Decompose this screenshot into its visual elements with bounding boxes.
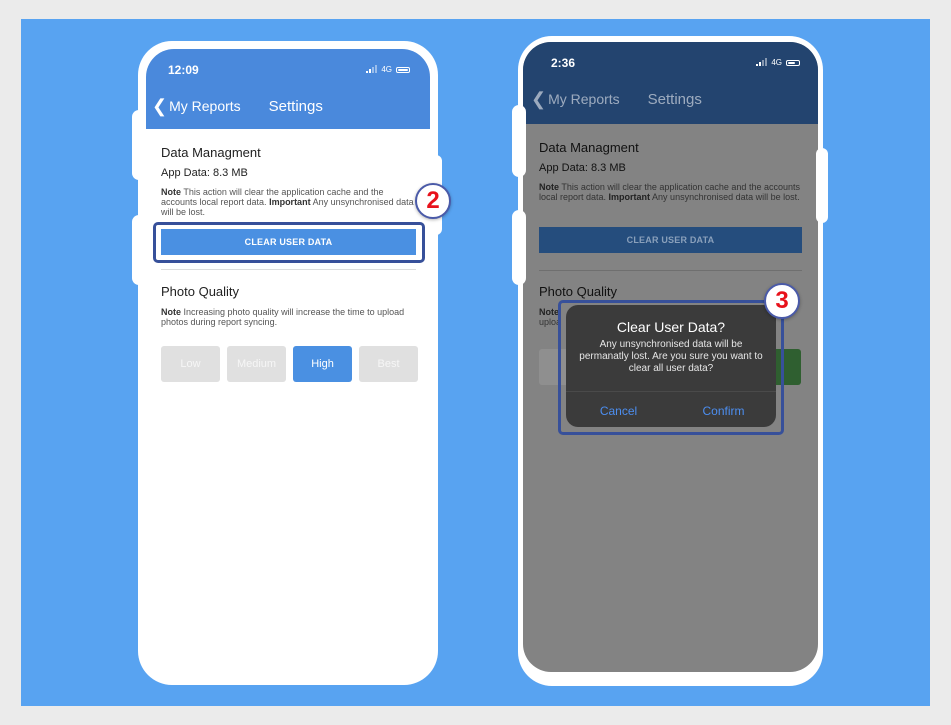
back-button[interactable]: ❮ My Reports: [531, 90, 620, 108]
battery-icon: [786, 59, 800, 66]
step-badge-3: 3: [764, 283, 800, 319]
photo-quality-selector: Low Medium High Best: [161, 346, 418, 382]
photo-quality-title: Photo Quality: [161, 284, 240, 299]
data-management-title: Data Managment: [539, 140, 639, 155]
photo-quality-note: Note Increasing photo quality will incre…: [161, 307, 405, 327]
phone-side-button: [132, 110, 146, 180]
quality-option-medium[interactable]: Medium: [227, 346, 286, 382]
data-management-note: Note This action will clear the applicat…: [161, 187, 414, 217]
app-header: 12:09 4G ❮ My Reports Settings: [146, 49, 430, 129]
battery-icon: [396, 66, 410, 73]
status-indicators: 4G: [366, 65, 410, 74]
highlight-clear-button: [153, 222, 425, 263]
data-management-title: Data Managment: [161, 145, 261, 160]
nav-bar: ❮ My Reports Settings: [152, 97, 323, 115]
signal-icon: [756, 58, 768, 66]
step-badge-2: 2: [415, 183, 451, 219]
phone-side-button: [816, 148, 828, 223]
status-indicators: 4G: [756, 58, 800, 67]
data-management-note: Note This action will clear the applicat…: [539, 182, 800, 202]
phone-screen-left: 12:09 4G ❮ My Reports Settings Data Mana…: [146, 49, 430, 677]
phone-side-button: [132, 215, 146, 285]
highlight-dialog: [558, 300, 784, 435]
chevron-left-icon: ❮: [152, 96, 168, 116]
quality-option-low[interactable]: Low: [161, 346, 220, 382]
phone-frame-left: 12:09 4G ❮ My Reports Settings Data Mana…: [138, 41, 438, 685]
quality-option-high[interactable]: High: [293, 346, 352, 382]
network-label: 4G: [771, 58, 782, 67]
page-title: Settings: [647, 90, 702, 108]
photo-quality-title: Photo Quality: [539, 284, 618, 299]
page-title: Settings: [268, 97, 323, 115]
chevron-left-icon: ❮: [531, 89, 547, 109]
clear-user-data-button[interactable]: CLEAR USER DATA: [539, 227, 802, 253]
section-divider: [539, 270, 802, 271]
back-label: My Reports: [548, 91, 620, 107]
back-label: My Reports: [169, 98, 241, 114]
phone-side-button: [512, 210, 526, 285]
nav-bar: ❮ My Reports Settings: [531, 90, 702, 108]
app-header: 2:36 4G ❮ My Reports Settings: [523, 42, 818, 124]
status-time: 12:09: [168, 63, 199, 77]
quality-option-best[interactable]: Best: [359, 346, 418, 382]
section-divider: [161, 269, 416, 270]
status-time: 2:36: [551, 56, 576, 70]
phone-side-button: [512, 105, 526, 177]
app-data-size: App Data: 8.3 MB: [161, 167, 248, 179]
network-label: 4G: [381, 65, 392, 74]
signal-icon: [366, 65, 378, 73]
photo-quality-note-fragment: Note: [539, 307, 559, 317]
back-button[interactable]: ❮ My Reports: [152, 97, 241, 115]
app-data-size: App Data: 8.3 MB: [539, 162, 626, 174]
